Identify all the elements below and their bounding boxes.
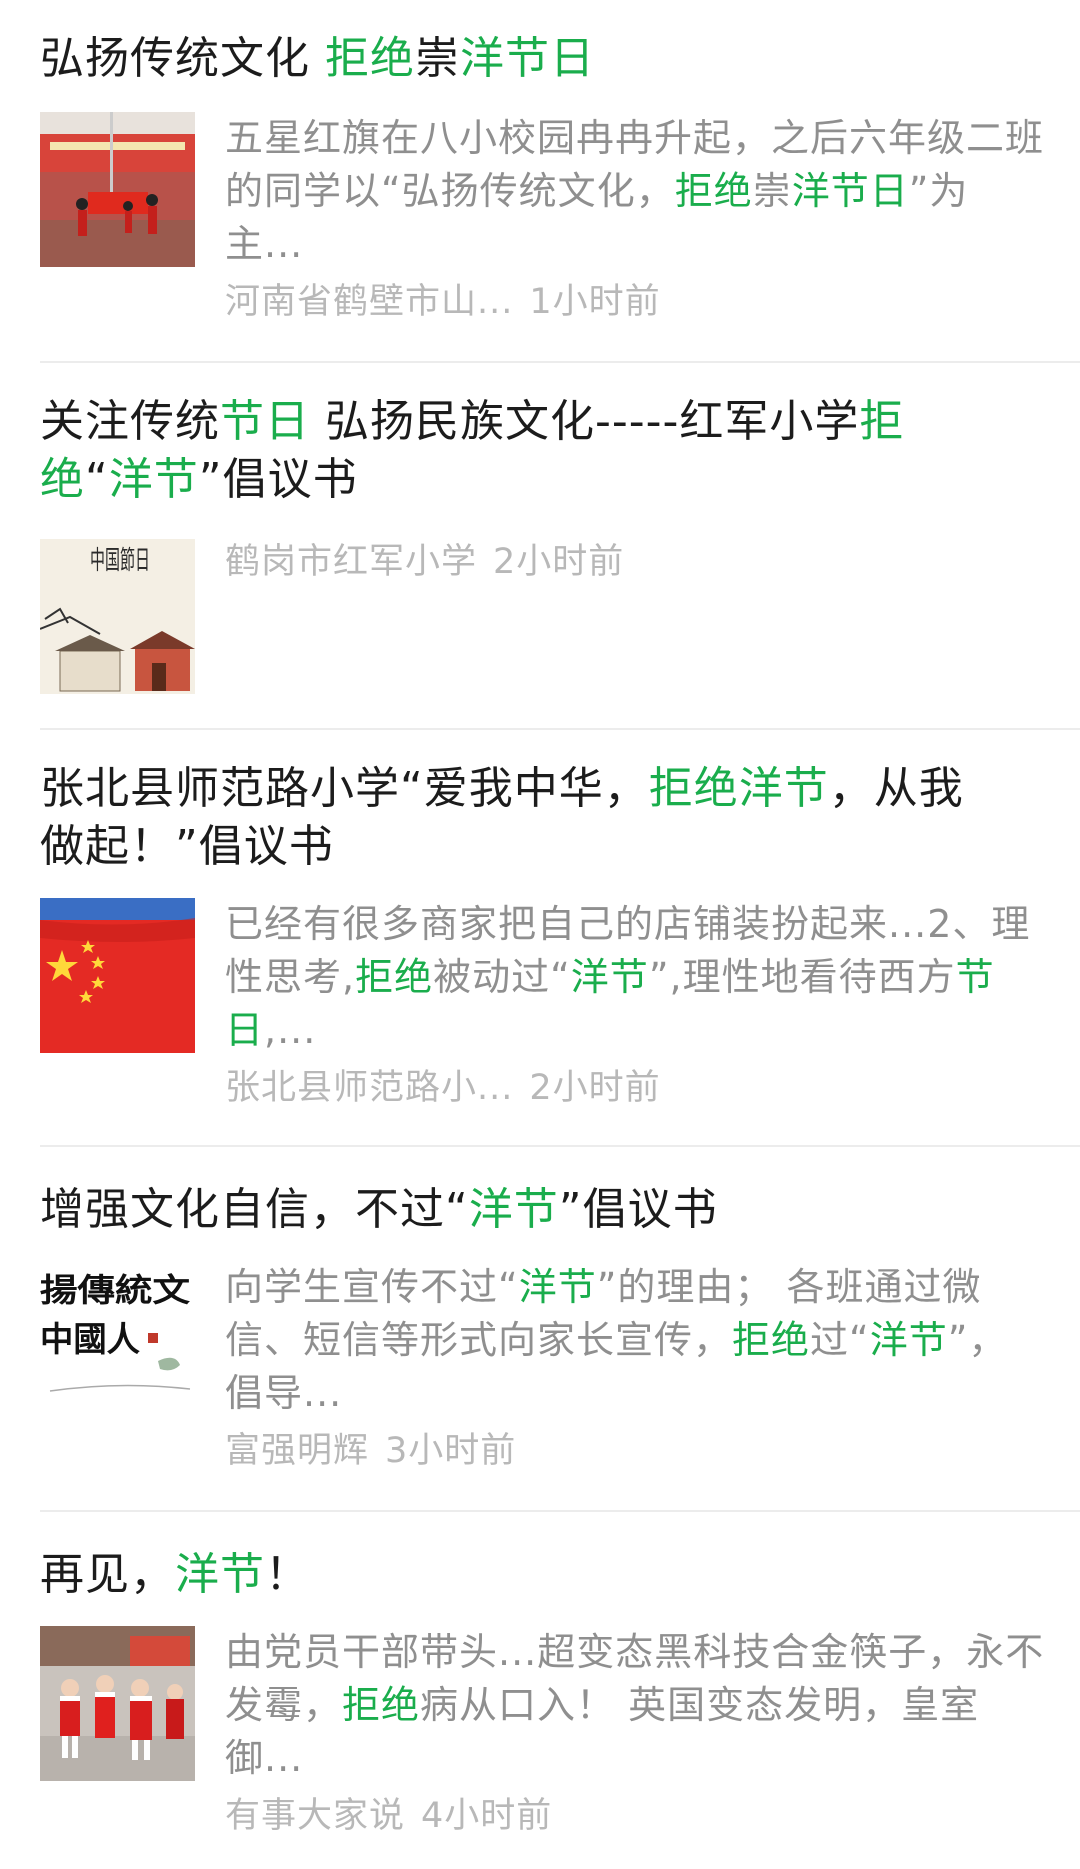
article-source: 河南省鹤壁市山... xyxy=(225,282,514,322)
article-title[interactable]: 关注传统节日 弘扬民族文化-----红军小学拒绝“洋节”倡议书 xyxy=(40,393,980,509)
text-segment: 过“ xyxy=(810,1318,870,1362)
article-meta: 鹤岗市红军小学 2小时前 xyxy=(225,539,1045,585)
highlighted-keyword: 拒绝 xyxy=(355,955,434,999)
article-thumbnail: 揚傳統文 中國人 xyxy=(40,1261,195,1416)
article-thumbnail xyxy=(40,898,195,1053)
article-time: 2小时前 xyxy=(493,542,625,582)
highlighted-keyword: 洋节 xyxy=(175,1549,265,1600)
text-segment: 向学生宣传不过“ xyxy=(225,1265,519,1309)
article-meta: 有事大家说 4小时前 xyxy=(225,1793,1045,1839)
article-thumbnail xyxy=(40,112,195,267)
highlighted-keyword: 洋节日 xyxy=(460,33,595,84)
article-item[interactable]: 再见，洋节！ 由党员干部带头...超变态黑科技合金筷子，永不发霉，拒绝病从口入！… xyxy=(40,1512,1080,1869)
search-results-list: 弘扬传统文化 拒绝崇洋节日 五星红旗在八小校园冉冉升起，之后六年级二班的同学以“… xyxy=(0,0,1080,1836)
article-summary: 已经有很多商家把自己的店铺装扮起来...2、理性思考,拒绝被动过“洋节”,理性地… xyxy=(225,898,1045,1057)
highlighted-keyword: 拒绝洋节 xyxy=(648,763,829,814)
highlighted-keyword: 洋节 xyxy=(108,454,199,505)
national-flag-photo xyxy=(40,898,195,1053)
article-summary: 由党员干部带头...超变态黑科技合金筷子，永不发霉，拒绝病从口入！ 英国变态发明… xyxy=(225,1626,1045,1785)
highlighted-keyword: 洋节日 xyxy=(791,169,909,213)
highlighted-keyword: 拒绝 xyxy=(325,33,415,84)
article-meta: 河南省鹤壁市山... 1小时前 xyxy=(225,279,1045,325)
text-segment: 关注传统 xyxy=(40,396,220,447)
article-summary: 五星红旗在八小校园冉冉升起，之后六年级二班的同学以“弘扬传统文化，拒绝崇洋节日”… xyxy=(225,112,1045,271)
article-time: 3小时前 xyxy=(385,1431,517,1471)
article-source: 有事大家说 xyxy=(225,1796,406,1836)
article-thumbnail: 中国節日 xyxy=(40,539,195,694)
article-meta: 富强明辉 3小时前 xyxy=(225,1428,1045,1474)
article-time: 1小时前 xyxy=(529,282,661,322)
text-segment: 张北县师范路小学“爱我中华， xyxy=(40,763,649,814)
text-segment: 弘扬传统文化 xyxy=(40,33,325,84)
santa-costume-photo xyxy=(40,1626,195,1781)
highlighted-keyword: 洋节 xyxy=(518,1265,597,1309)
thumb-text-line-2: 中國人 xyxy=(40,1320,140,1360)
text-segment: ”倡议书 xyxy=(198,454,358,505)
highlighted-keyword: 洋节 xyxy=(468,1184,559,1235)
article-source: 富强明辉 xyxy=(225,1431,370,1471)
highlighted-keyword: 拒绝 xyxy=(674,169,753,213)
article-item[interactable]: 关注传统节日 弘扬民族文化-----红军小学拒绝“洋节”倡议书 中国節日 鹤岗市… xyxy=(40,363,1080,730)
text-segment: ”,理性地看待西方 xyxy=(648,955,956,999)
thumb-text-line-1: 揚傳統文 xyxy=(40,1271,190,1309)
article-meta: 张北县师范路小... 2小时前 xyxy=(225,1065,1045,1111)
article-thumbnail xyxy=(40,1626,195,1781)
highlighted-keyword: 洋节 xyxy=(570,955,649,999)
text-segment: 再见， xyxy=(40,1549,175,1600)
text-segment: ,... xyxy=(264,1008,317,1052)
article-source: 张北县师范路小... xyxy=(225,1068,514,1108)
article-title[interactable]: 再见，洋节！ xyxy=(40,1546,980,1604)
article-title[interactable]: 弘扬传统文化 拒绝崇洋节日 xyxy=(40,30,980,88)
text-segment: 崇 xyxy=(415,33,460,84)
article-item[interactable]: 张北县师范路小学“爱我中华，拒绝洋节，从我做起！”倡议书 已经有很多商家把自己的… xyxy=(40,730,1080,1147)
text-segment: ！ xyxy=(265,1549,310,1600)
text-segment: 弘扬民族文化-----红军小学 xyxy=(310,396,860,447)
article-title[interactable]: 增强文化自信，不过“洋节”倡议书 xyxy=(40,1181,980,1239)
text-segment: “ xyxy=(85,454,109,505)
highlighted-keyword: 节日 xyxy=(220,396,310,447)
text-segment: 崇 xyxy=(752,169,792,213)
article-item[interactable]: 弘扬传统文化 拒绝崇洋节日 五星红旗在八小校园冉冉升起，之后六年级二班的同学以“… xyxy=(40,0,1080,363)
text-segment: ”倡议书 xyxy=(558,1184,718,1235)
highlighted-keyword: 拒绝 xyxy=(342,1683,421,1727)
calligraphy-image: 揚傳統文 中國人 xyxy=(40,1261,195,1416)
highlighted-keyword: 洋节 xyxy=(869,1318,948,1362)
chinese-festival-illustration: 中国節日 xyxy=(40,539,195,694)
flag-raising-photo xyxy=(40,112,195,267)
highlighted-keyword: 拒绝 xyxy=(732,1318,811,1362)
text-segment: 增强文化自信，不过“ xyxy=(40,1184,469,1235)
article-time: 2小时前 xyxy=(529,1068,661,1108)
article-time: 4小时前 xyxy=(421,1796,553,1836)
article-title[interactable]: 张北县师范路小学“爱我中华，拒绝洋节，从我做起！”倡议书 xyxy=(40,760,980,876)
article-summary: 向学生宣传不过“洋节”的理由； 各班通过微信、短信等形式向家长宣传，拒绝过“洋节… xyxy=(225,1261,1045,1420)
article-item[interactable]: 增强文化自信，不过“洋节”倡议书 揚傳統文 中國人 向学生宣传不过“洋节”的理由… xyxy=(40,1147,1080,1512)
article-source: 鹤岗市红军小学 xyxy=(225,542,478,582)
thumb-text: 中国節日 xyxy=(90,546,150,576)
text-segment: 被动过“ xyxy=(433,955,571,999)
